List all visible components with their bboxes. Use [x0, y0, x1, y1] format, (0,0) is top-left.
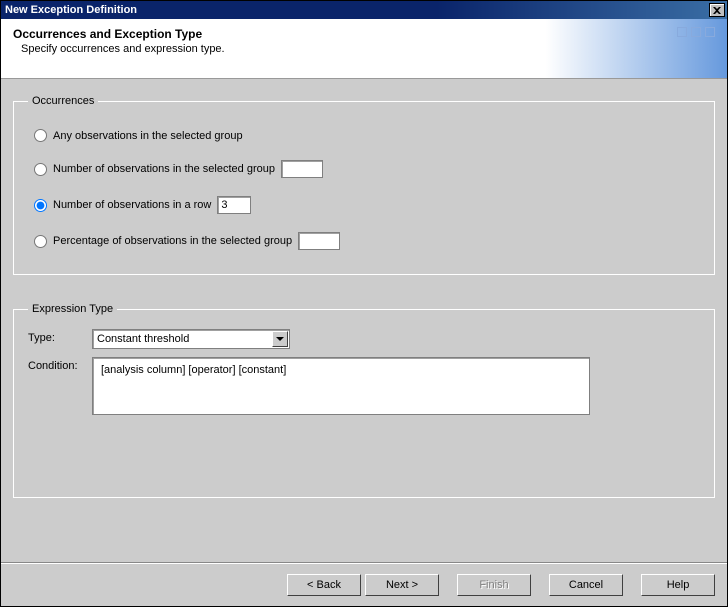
radio-num-group[interactable] — [34, 163, 47, 176]
help-button[interactable]: Help — [641, 574, 715, 596]
expression-legend: Expression Type — [28, 303, 117, 315]
label-num-group: Number of observations in the selected g… — [53, 163, 275, 175]
close-icon — [713, 7, 721, 14]
type-label: Type: — [28, 329, 92, 349]
cancel-button[interactable]: Cancel — [549, 574, 623, 596]
condition-display: [analysis column] [operator] [constant] — [92, 357, 590, 415]
radio-row-num-group: Number of observations in the selected g… — [34, 160, 700, 178]
page-subtitle: Specify occurrences and expression type. — [21, 43, 715, 55]
finish-button[interactable]: Finish — [457, 574, 531, 596]
type-select-value: Constant threshold — [97, 333, 189, 345]
back-button[interactable]: < Back — [287, 574, 361, 596]
label-any-observations: Any observations in the selected group — [53, 130, 243, 142]
radio-pct-group[interactable] — [34, 235, 47, 248]
page-title: Occurrences and Exception Type — [13, 27, 715, 41]
label-num-row: Number of observations in a row — [53, 199, 211, 211]
condition-row: Condition: [analysis column] [operator] … — [28, 357, 700, 415]
radio-num-row[interactable] — [34, 199, 47, 212]
window-title: New Exception Definition — [5, 4, 137, 16]
close-button[interactable] — [709, 3, 725, 17]
radio-any-observations[interactable] — [34, 129, 47, 142]
header-decoration — [677, 27, 715, 37]
input-pct-group[interactable] — [298, 232, 340, 250]
chevron-down-icon — [272, 331, 288, 347]
input-num-row[interactable] — [217, 196, 251, 214]
radio-row-num-row: Number of observations in a row — [34, 196, 700, 214]
occurrences-group: Occurrences Any observations in the sele… — [13, 95, 715, 275]
input-num-group[interactable] — [281, 160, 323, 178]
radio-row-any: Any observations in the selected group — [34, 129, 700, 142]
wizard-header: Occurrences and Exception Type Specify o… — [1, 19, 727, 79]
condition-label: Condition: — [28, 357, 92, 415]
next-button[interactable]: Next > — [365, 574, 439, 596]
type-select[interactable]: Constant threshold — [92, 329, 290, 349]
expression-type-group: Expression Type Type: Constant threshold… — [13, 303, 715, 498]
type-row: Type: Constant threshold — [28, 329, 700, 349]
button-bar: < Back Next > Finish Cancel Help — [1, 562, 727, 606]
occurrences-legend: Occurrences — [28, 95, 98, 107]
label-pct-group: Percentage of observations in the select… — [53, 235, 292, 247]
condition-text: [analysis column] [operator] [constant] — [101, 364, 286, 376]
content-area: Occurrences Any observations in the sele… — [1, 79, 727, 534]
title-bar: New Exception Definition — [1, 1, 727, 19]
dialog-window: New Exception Definition Occurrences and… — [0, 0, 728, 607]
radio-row-pct-group: Percentage of observations in the select… — [34, 232, 700, 250]
